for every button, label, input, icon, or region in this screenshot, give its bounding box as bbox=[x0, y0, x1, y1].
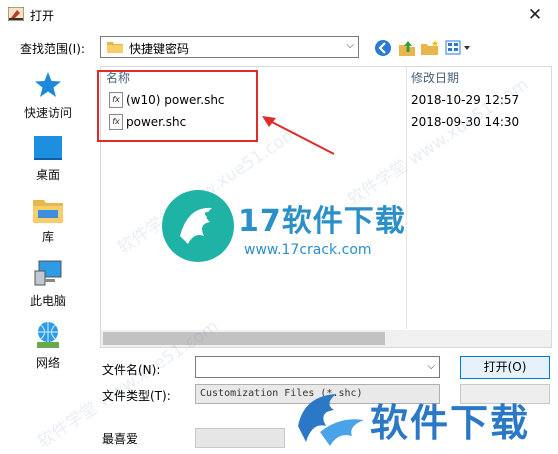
place-desktop[interactable]: 桌面 bbox=[0, 134, 96, 192]
place-quick-access[interactable]: 快速访问 bbox=[0, 70, 96, 128]
folder-icon bbox=[107, 42, 123, 53]
favorites-dropdown[interactable] bbox=[195, 428, 285, 448]
watermark-title: 17软件下载 bbox=[238, 204, 406, 239]
watermark-url: www.17crack.com bbox=[244, 242, 372, 258]
place-label: 此电脑 bbox=[29, 294, 66, 308]
dragon-logo-icon bbox=[162, 190, 234, 262]
annotation-highlight-box bbox=[97, 70, 258, 142]
place-label: 库 bbox=[41, 230, 54, 244]
place-label: 网络 bbox=[35, 356, 60, 370]
corner-watermark: 软件下载 bbox=[290, 384, 558, 454]
network-icon bbox=[37, 322, 59, 348]
up-folder-icon[interactable] bbox=[398, 38, 416, 58]
back-icon[interactable] bbox=[374, 38, 392, 58]
filename-label: 文件名(N): bbox=[102, 363, 161, 377]
app-icon bbox=[8, 7, 24, 21]
filetype-label: 文件类型(T): bbox=[102, 389, 171, 403]
new-folder-icon[interactable] bbox=[420, 38, 440, 58]
corner-watermark-text: 软件下载 bbox=[370, 401, 531, 445]
look-in-dropdown[interactable]: 快捷键密码 ⌵ bbox=[100, 36, 359, 58]
title-bar: 打开 ✕ bbox=[0, 0, 558, 30]
place-label: 快速访问 bbox=[23, 106, 72, 120]
place-network[interactable]: 网络 bbox=[0, 320, 96, 378]
filename-input[interactable]: ⌵ bbox=[195, 356, 440, 378]
computer-icon bbox=[34, 260, 62, 286]
close-icon: ✕ bbox=[527, 5, 543, 25]
library-icon bbox=[33, 200, 63, 223]
annotation-arrow-icon bbox=[262, 116, 335, 155]
place-label: 桌面 bbox=[35, 168, 60, 182]
view-menu-icon[interactable] bbox=[445, 38, 471, 58]
favorites-label: 最喜爱 bbox=[102, 432, 139, 446]
chevron-down-icon[interactable]: ⌵ bbox=[427, 361, 435, 372]
open-button[interactable]: 打开(O) bbox=[460, 356, 550, 379]
look-in-row: 查找范围(I): 快捷键密码 ⌵ bbox=[0, 34, 558, 62]
close-button[interactable]: ✕ bbox=[512, 0, 558, 30]
place-library[interactable]: 库 bbox=[0, 196, 96, 254]
place-this-pc[interactable]: 此电脑 bbox=[0, 258, 96, 316]
look-in-label: 查找范围(I): bbox=[20, 42, 85, 56]
star-icon bbox=[35, 72, 61, 97]
bird-logo-icon bbox=[298, 394, 364, 446]
look-in-value: 快捷键密码 bbox=[129, 42, 190, 56]
window-title: 打开 bbox=[30, 9, 55, 23]
desktop-icon bbox=[34, 136, 62, 160]
column-header-date[interactable]: 修改日期 bbox=[411, 69, 459, 86]
places-bar: 快速访问 桌面 库 此电脑 网络 bbox=[0, 66, 96, 388]
chevron-down-icon: ⌵ bbox=[346, 40, 354, 51]
scrollbar-thumb[interactable] bbox=[103, 332, 385, 345]
